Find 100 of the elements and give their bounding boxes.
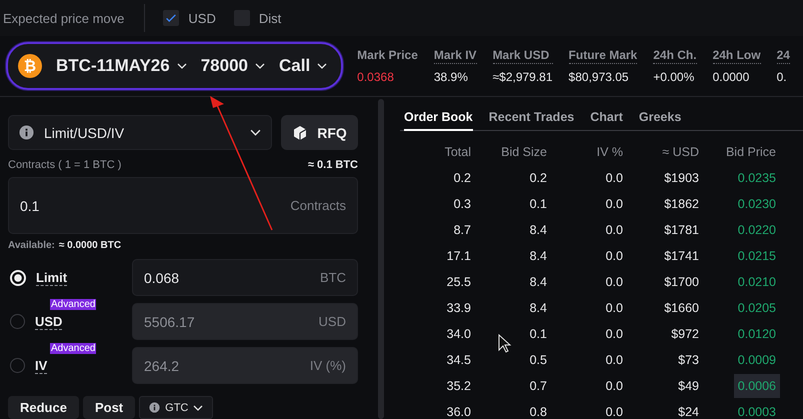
- stat-label: Mark IV: [434, 48, 477, 64]
- table-cell: 0.0: [606, 197, 623, 211]
- table-cell: 36.0: [446, 405, 471, 419]
- stat-value: $80,973.05: [568, 70, 630, 84]
- chevron-icon: [317, 63, 328, 69]
- table-cell: $1903: [664, 171, 699, 185]
- table-cell: 25.5: [446, 275, 471, 289]
- price-mode-label: IV: [35, 358, 48, 374]
- instrument-dropdown[interactable]: 78000: [200, 56, 265, 76]
- table-cell: 0.0: [606, 379, 623, 393]
- table-cell: $73: [678, 353, 699, 367]
- table-cell: 0.5: [530, 353, 547, 367]
- table-cell: 34.5: [446, 353, 471, 367]
- instrument-selector[interactable]: ₿ BTC-11MAY26 78000 Call: [6, 42, 344, 90]
- table-cell: 8.4: [530, 249, 547, 263]
- bitcoin-icon: ₿: [18, 54, 42, 78]
- checkbox-label: USD: [188, 10, 216, 26]
- contracts-estimate: ≈ 0.1 BTC: [308, 159, 358, 171]
- stat-value: +0.00%: [653, 70, 696, 84]
- mouse-cursor-icon: [498, 334, 512, 354]
- price-field[interactable]: 0.068 BTC: [132, 259, 358, 296]
- table-cell: 34.0: [446, 327, 471, 341]
- price-mode-label: USD: [35, 314, 62, 330]
- table-cell: 17.1: [446, 249, 471, 263]
- table-cell: 0.0205: [738, 301, 776, 315]
- table-cell: 0.0006: [734, 374, 780, 398]
- option-button[interactable]: Post: [82, 396, 136, 419]
- column-header: Total: [444, 144, 471, 161]
- table-cell: $49: [678, 379, 699, 393]
- table-cell: 0.1: [530, 327, 547, 341]
- contracts-field[interactable]: 0.1 Contracts: [8, 177, 358, 234]
- tab[interactable]: Chart: [590, 110, 623, 131]
- table-cell: 8.4: [530, 301, 547, 315]
- table-cell: 0.0: [606, 275, 623, 289]
- available-label: Available:: [8, 240, 55, 251]
- table-cell: $24: [678, 405, 699, 419]
- table-cell: 8.4: [530, 223, 547, 237]
- table-cell: 0.8: [530, 405, 547, 419]
- table-cell: 8.4: [530, 275, 547, 289]
- table-cell: 0.0: [606, 327, 623, 341]
- stat-label: 24h Low: [712, 48, 761, 64]
- table-cell: 0.0210: [738, 275, 776, 289]
- table-cell: 0.0215: [738, 249, 776, 263]
- table-cell: 0.3: [454, 197, 471, 211]
- time-in-force-dropdown[interactable]: GTC: [139, 396, 214, 419]
- available-value: ≈ 0.0000 BTC: [58, 240, 122, 251]
- checkbox[interactable]: [163, 10, 180, 26]
- checkbox-label: Dist: [258, 10, 282, 26]
- table-cell: $1741: [664, 249, 699, 263]
- table-cell: 0.7: [530, 379, 547, 393]
- table-cell: 0.0: [606, 171, 623, 185]
- option-button[interactable]: Reduce: [8, 396, 79, 419]
- table-cell: 0.2: [454, 171, 471, 185]
- table-cell: 0.0: [606, 405, 623, 419]
- instrument-dropdown[interactable]: BTC-11MAY26: [56, 56, 187, 76]
- table-cell: 0.0: [606, 353, 623, 367]
- tab[interactable]: Recent Trades: [488, 110, 574, 131]
- rfq-button[interactable]: RFQ: [281, 115, 358, 150]
- chevron-icon: [254, 63, 265, 69]
- tab[interactable]: Greeks: [638, 110, 682, 131]
- info-icon: [149, 402, 160, 413]
- stat-label: Mark Price: [357, 48, 418, 64]
- table-cell: 0.2: [530, 171, 547, 185]
- column-header: IV %: [596, 144, 623, 161]
- table-cell: 35.2: [446, 379, 471, 393]
- table-cell: 8.7: [454, 223, 471, 237]
- table-cell: 0.0: [606, 301, 623, 315]
- table-cell: 0.0009: [738, 353, 776, 367]
- table-cell: 33.9: [446, 301, 471, 315]
- table-cell: 0.0003: [738, 405, 776, 419]
- table-cell: $1781: [664, 223, 699, 237]
- column-header: Bid Price: [724, 144, 776, 161]
- table-cell: $1660: [664, 301, 699, 315]
- table-cell: 0.0120: [738, 327, 776, 341]
- order-type-select[interactable]: Limit/USD/IV: [8, 115, 272, 150]
- table-cell: $972: [671, 327, 699, 341]
- stat-label: 24: [776, 48, 790, 64]
- table-cell: $1700: [664, 275, 699, 289]
- scrollbar[interactable]: [378, 99, 384, 419]
- table-cell: $1862: [664, 197, 699, 211]
- tab[interactable]: Order Book: [404, 110, 473, 131]
- table-cell: 0.0235: [738, 171, 776, 185]
- expected-price-move-label: Expected price move: [3, 10, 124, 26]
- stat-value: ≈$2,979.81: [492, 70, 553, 84]
- column-header: Bid Size: [500, 144, 547, 161]
- contracts-label: Contracts ( 1 = 1 BTC ): [8, 159, 122, 171]
- instrument-dropdown[interactable]: Call: [278, 56, 328, 76]
- chevron-icon: [176, 63, 187, 69]
- table-cell: 0.0230: [738, 197, 776, 211]
- stat-value: 38.9%: [434, 70, 469, 84]
- table-cell: 0.0: [606, 223, 623, 237]
- advanced-badge: Advanced: [50, 298, 96, 310]
- chevron-icon: [250, 129, 261, 136]
- column-header: ≈ USD: [661, 144, 699, 161]
- stat-label: 24h Ch.: [653, 48, 697, 64]
- chevron-icon: [193, 404, 204, 410]
- stat-label: Future Mark: [568, 48, 638, 64]
- price-mode-label: Limit: [36, 270, 68, 286]
- stat-value: 0.0368: [357, 70, 395, 84]
- stat-value: 0.0000: [712, 70, 750, 84]
